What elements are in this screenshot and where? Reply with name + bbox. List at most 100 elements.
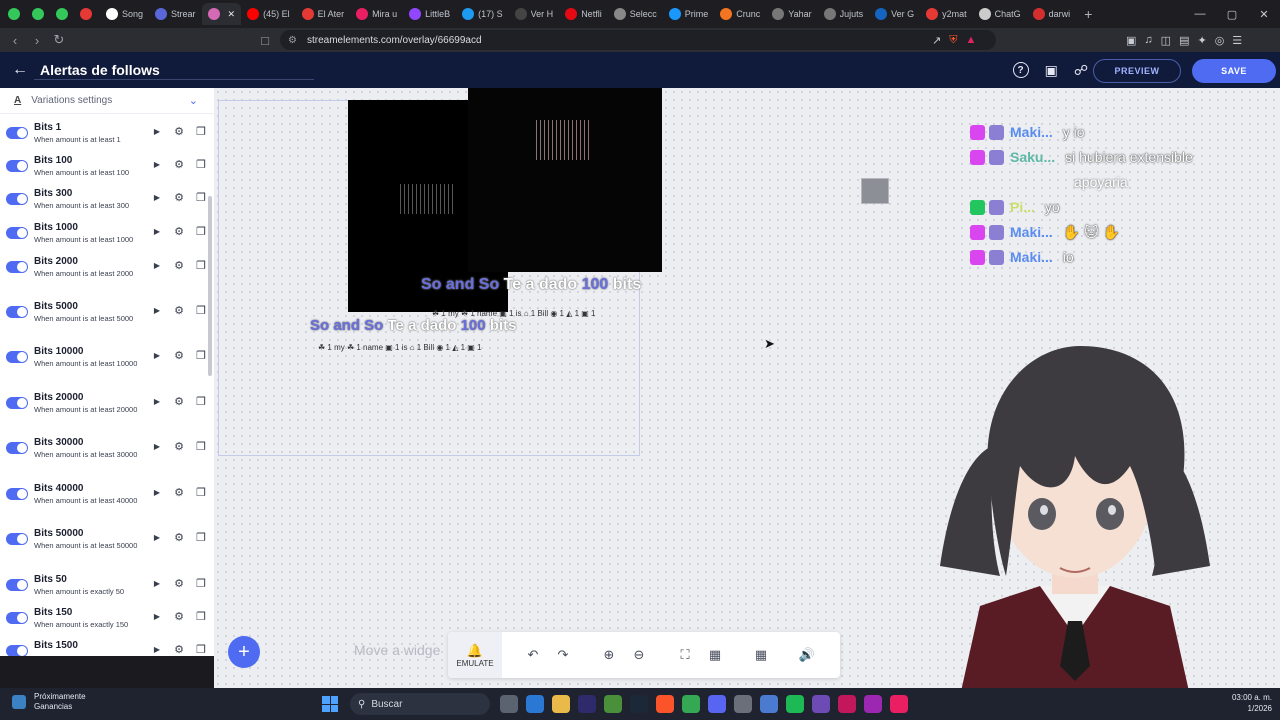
tab-close-icon[interactable]: ✕	[228, 9, 236, 20]
variation-toggle[interactable]	[6, 193, 28, 205]
play-icon[interactable]: ▶	[150, 579, 164, 588]
volume-icon[interactable]: 🔊	[792, 647, 822, 663]
browser-tab[interactable]	[52, 3, 76, 25]
play-icon[interactable]: ▶	[150, 160, 164, 169]
taskbar-search[interactable]: ⚲ Buscar	[350, 693, 490, 715]
play-icon[interactable]: ▶	[150, 645, 164, 654]
forward-nav-icon[interactable]: ›	[26, 33, 48, 48]
variation-toggle[interactable]	[6, 306, 28, 318]
fit-screen-icon[interactable]: ▦	[700, 647, 730, 663]
rewards-icon[interactable]: ▲	[965, 34, 976, 46]
variation-toggle[interactable]	[6, 612, 28, 624]
variation-toggle[interactable]	[6, 397, 28, 409]
variation-toggle[interactable]	[6, 488, 28, 500]
chrome-icon[interactable]	[682, 695, 700, 713]
store-icon[interactable]	[526, 695, 544, 713]
variation-toggle[interactable]	[6, 351, 28, 363]
duplicate-icon[interactable]: ❐	[194, 191, 208, 204]
add-widget-button[interactable]: +	[228, 636, 260, 668]
play-icon[interactable]: ▶	[150, 612, 164, 621]
browser-tab[interactable]: Netfli	[559, 3, 608, 25]
browser-tab[interactable]	[76, 3, 100, 25]
duplicate-icon[interactable]: ❐	[194, 259, 208, 272]
gear-icon[interactable]: ⚙	[172, 395, 186, 408]
zoom-in-icon[interactable]: ⊕	[594, 647, 624, 663]
duplicate-icon[interactable]: ❐	[194, 395, 208, 408]
play-icon[interactable]: ▶	[150, 306, 164, 315]
brave-icon[interactable]	[656, 695, 674, 713]
play-icon[interactable]: ▶	[150, 533, 164, 542]
duplicate-icon[interactable]: ❐	[194, 643, 208, 656]
fullscreen-icon[interactable]: ⛶	[670, 647, 700, 663]
play-icon[interactable]: ▶	[150, 261, 164, 270]
browser-tab[interactable]: Song	[100, 3, 149, 25]
browser-tab[interactable]: Crunc	[714, 3, 766, 25]
close-icon[interactable]: ✕	[1248, 0, 1280, 28]
gear-icon[interactable]: ⚙	[172, 643, 186, 656]
play-icon[interactable]: ▶	[150, 488, 164, 497]
gear-icon[interactable]: ⚙	[172, 610, 186, 623]
play-icon[interactable]: ▶	[150, 127, 164, 136]
duplicate-icon[interactable]: ❐	[194, 610, 208, 623]
variation-toggle[interactable]	[6, 127, 28, 139]
browser-tab[interactable]	[28, 3, 52, 25]
page-title[interactable]: Alertas de follows	[40, 62, 160, 78]
site-info-icon[interactable]: ⚙	[288, 35, 297, 46]
back-arrow-icon[interactable]: ←	[12, 61, 28, 79]
duplicate-icon[interactable]: ❐	[194, 486, 208, 499]
play-icon[interactable]: ▶	[150, 397, 164, 406]
browser-tab[interactable]: Mira u	[350, 3, 403, 25]
preview-button[interactable]: PREVIEW	[1093, 59, 1181, 83]
file-explorer-icon[interactable]	[552, 695, 570, 713]
gear-icon[interactable]: ⚙	[172, 191, 186, 204]
duplicate-icon[interactable]: ❐	[194, 304, 208, 317]
new-tab-button[interactable]: +	[1084, 6, 1092, 22]
undo-icon[interactable]: ↶	[518, 647, 548, 663]
variation-toggle[interactable]	[6, 442, 28, 454]
help-icon[interactable]: ?	[1012, 62, 1029, 78]
play-icon[interactable]: ▶	[150, 227, 164, 236]
variations-settings-header[interactable]: A Variations settings ⌄	[0, 88, 214, 114]
variation-toggle[interactable]	[6, 227, 28, 239]
media-icon[interactable]: ♫	[1144, 34, 1152, 46]
browser-tab[interactable]: LittleB	[403, 3, 456, 25]
zoom-out-icon[interactable]: ⊖	[624, 647, 654, 663]
browser-tab[interactable]: darwi	[1027, 3, 1077, 25]
windows-start-icon[interactable]	[322, 696, 338, 712]
link-icon[interactable]: ☍	[1074, 62, 1088, 79]
variation-toggle[interactable]	[6, 533, 28, 545]
menu-icon[interactable]: ☰	[1232, 34, 1242, 47]
browser-tab[interactable]: (45) El	[241, 3, 296, 25]
browser-tab[interactable]: Ver H	[509, 3, 560, 25]
premiere-icon[interactable]	[578, 695, 596, 713]
alert-message-primary[interactable]: So and So Te a dado 100 bits	[421, 276, 641, 294]
gear-icon[interactable]: ⚙	[172, 577, 186, 590]
app-icon[interactable]	[812, 695, 830, 713]
share-icon[interactable]: ↗	[932, 34, 941, 47]
app-icon[interactable]	[838, 695, 856, 713]
browser-tab[interactable]	[4, 3, 28, 25]
play-icon[interactable]: ▶	[150, 351, 164, 360]
browser-tab[interactable]: Yahar	[766, 3, 817, 25]
tiktok-icon[interactable]	[890, 695, 908, 713]
gear-icon[interactable]: ⚙	[172, 440, 186, 453]
duplicate-icon[interactable]: ❐	[194, 349, 208, 362]
vtuber-avatar[interactable]	[920, 336, 1230, 688]
gear-icon[interactable]: ⚙	[172, 304, 186, 317]
screenshot-icon[interactable]: ▣	[1126, 34, 1136, 47]
maximize-icon[interactable]: ▢	[1216, 0, 1248, 28]
gear-icon[interactable]: ⚙	[172, 225, 186, 238]
steam-icon[interactable]	[630, 695, 648, 713]
overlay-canvas[interactable]: So and So Te a dado 100 bits ☘ 1 my ☘ 1 …	[214, 88, 1280, 688]
reload-icon[interactable]: ↻	[48, 32, 70, 48]
gear-icon[interactable]: ⚙	[172, 125, 186, 138]
browser-tab[interactable]: ✕	[201, 3, 242, 25]
leo-icon[interactable]: ✦	[1197, 34, 1206, 47]
minimize-icon[interactable]: —	[1184, 0, 1216, 28]
play-icon[interactable]: ▶	[150, 442, 164, 451]
wallet-icon[interactable]: ▤	[1179, 34, 1189, 47]
discord-icon[interactable]	[708, 695, 726, 713]
browser-tab[interactable]: Prime	[663, 3, 715, 25]
play-icon[interactable]: ▶	[150, 193, 164, 202]
browser-tab[interactable]: Ver G	[869, 3, 920, 25]
